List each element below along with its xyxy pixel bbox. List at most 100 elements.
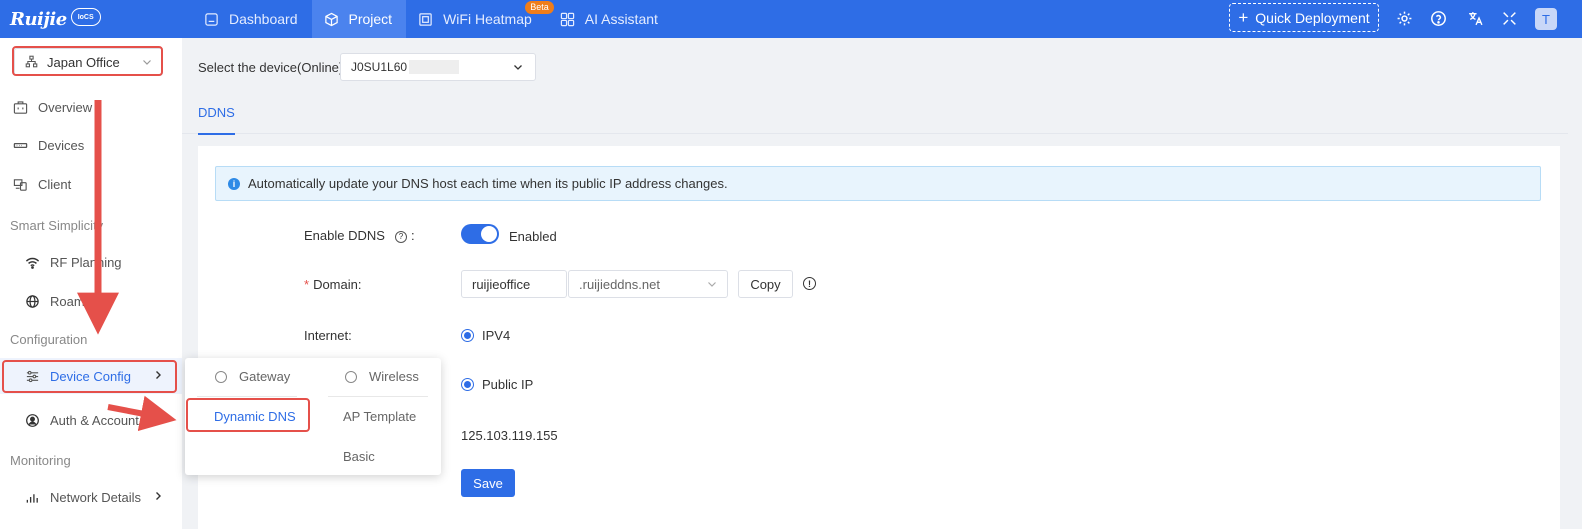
flyout-divider bbox=[328, 396, 428, 397]
switch-icon bbox=[12, 137, 28, 153]
plus-icon: + bbox=[1238, 8, 1249, 27]
client-devices-icon bbox=[12, 176, 28, 192]
sidebar-item-label: Overview bbox=[38, 99, 93, 115]
sidebar-item-label: Roaming bbox=[50, 293, 103, 309]
avatar-letter: T bbox=[1542, 11, 1550, 27]
flyout-gateway[interactable]: Gateway bbox=[215, 369, 290, 384]
sidebar: Japan Office Overview Devices Client Sma… bbox=[0, 38, 182, 529]
grid-icon bbox=[560, 12, 575, 27]
sidebar-item-label: RF Planning bbox=[50, 254, 122, 270]
sidebar-item-label: Network Details bbox=[50, 489, 142, 505]
nav-ai-assistant-label: AI Assistant bbox=[584, 11, 658, 27]
project-select[interactable]: Japan Office bbox=[14, 48, 163, 76]
gateway-radio-icon bbox=[215, 370, 227, 383]
flyout-ap-template[interactable]: AP Template bbox=[343, 409, 416, 424]
section-smart-simplicity: Smart Simplicity bbox=[10, 218, 104, 233]
ipv4-radio[interactable] bbox=[461, 329, 474, 342]
device-select-label: Select the device(Online): bbox=[198, 60, 347, 75]
chevron-right-icon bbox=[156, 371, 161, 379]
gear-icon[interactable] bbox=[1395, 9, 1413, 27]
wireless-radio-icon bbox=[345, 370, 357, 383]
sliders-icon bbox=[24, 368, 40, 384]
wifi-icon bbox=[24, 254, 40, 270]
copy-button[interactable]: Copy bbox=[738, 270, 793, 298]
device-config-flyout: Gateway Wireless Dynamic DNS AP Template… bbox=[185, 358, 441, 475]
brand-name: Ruijie bbox=[10, 8, 67, 30]
main-nav: Dashboard Project WiFi Heatmap Beta AI A… bbox=[192, 0, 672, 38]
flyout-wireless[interactable]: Wireless bbox=[345, 369, 419, 384]
info-alert-text: Automatically update your DNS host each … bbox=[248, 176, 728, 191]
chevron-down-icon bbox=[708, 282, 716, 287]
translate-icon[interactable] bbox=[1466, 9, 1484, 27]
sidebar-item-devices[interactable]: Devices bbox=[0, 127, 182, 163]
section-monitoring: Monitoring bbox=[10, 453, 71, 468]
save-button[interactable]: Save bbox=[461, 469, 515, 497]
sidebar-item-label: Client bbox=[38, 176, 72, 192]
sidebar-item-client[interactable]: Client bbox=[0, 166, 182, 202]
bar-chart-icon bbox=[24, 489, 40, 505]
enable-ddns-label: Enable DDNS?: bbox=[304, 228, 415, 243]
public-ip-radio-label: Public IP bbox=[482, 377, 534, 392]
sidebar-item-label: Auth & Account bbox=[50, 412, 139, 428]
enable-ddns-toggle[interactable] bbox=[461, 224, 499, 244]
flyout-basic[interactable]: Basic bbox=[343, 449, 375, 464]
help-icon[interactable] bbox=[1429, 9, 1447, 27]
domain-suffix-select[interactable]: .ruijieddns.net bbox=[568, 270, 728, 298]
quick-deployment-label: Quick Deployment bbox=[1255, 9, 1370, 26]
required-marker: * bbox=[304, 277, 310, 292]
nav-project[interactable]: Project bbox=[311, 0, 407, 38]
sidebar-item-roaming[interactable]: Roaming bbox=[0, 283, 182, 319]
briefcase-icon bbox=[12, 99, 28, 115]
flyout-divider bbox=[197, 396, 297, 397]
nav-dashboard-label: Dashboard bbox=[229, 11, 298, 27]
enable-ddns-state: Enabled bbox=[509, 229, 557, 244]
heatmap-icon bbox=[418, 12, 433, 27]
nav-ai-assistant[interactable]: AI Assistant bbox=[546, 0, 672, 38]
quick-deployment-button[interactable]: + Quick Deployment bbox=[1229, 3, 1379, 32]
chevron-right-icon bbox=[156, 492, 161, 500]
user-circle-icon bbox=[24, 412, 40, 428]
nav-wifi-heatmap-label: WiFi Heatmap bbox=[443, 11, 532, 27]
brand-logo[interactable]: Ruijie IoCS bbox=[10, 6, 101, 32]
device-select[interactable]: J0SU1L60 bbox=[340, 53, 536, 81]
sidebar-item-network-details[interactable]: Network Details bbox=[0, 479, 182, 515]
nav-project-label: Project bbox=[348, 11, 393, 27]
flyout-gateway-label: Gateway bbox=[239, 369, 291, 384]
nav-wifi-heatmap[interactable]: WiFi Heatmap Beta bbox=[406, 0, 554, 38]
ipv4-radio-label: IPV4 bbox=[482, 328, 511, 343]
public-ip-radio[interactable] bbox=[461, 378, 474, 391]
flyout-dynamic-dns[interactable]: Dynamic DNS bbox=[214, 409, 296, 424]
globe-icon bbox=[24, 293, 40, 309]
internet-label: Internet: bbox=[304, 328, 352, 343]
sidebar-item-rf-planning[interactable]: RF Planning bbox=[0, 244, 182, 280]
domain-suffix-value: .ruijieddns.net bbox=[579, 276, 660, 292]
chevron-down-icon bbox=[514, 65, 522, 70]
sidebar-item-overview[interactable]: Overview bbox=[0, 89, 182, 125]
network-icon bbox=[25, 55, 39, 69]
sidebar-item-device-config[interactable]: Device Config bbox=[0, 358, 182, 394]
domain-label-text: Domain: bbox=[313, 277, 362, 292]
nav-dashboard[interactable]: Dashboard bbox=[192, 0, 312, 38]
enable-ddns-colon: : bbox=[410, 228, 415, 243]
sidebar-item-label: Device Config bbox=[50, 368, 131, 384]
question-icon[interactable]: ? bbox=[394, 230, 407, 243]
exclamation-icon[interactable]: ! bbox=[803, 277, 816, 290]
section-configuration: Configuration bbox=[10, 332, 88, 347]
sidebar-item-auth-account[interactable]: Auth & Account bbox=[0, 402, 182, 438]
tab-bar: DDNS bbox=[182, 98, 1568, 135]
chevron-down-icon bbox=[143, 60, 151, 65]
user-avatar[interactable]: T bbox=[1535, 8, 1557, 30]
brand-badge: IoCS bbox=[77, 13, 94, 21]
redacted-block bbox=[409, 60, 460, 74]
cloud-icon: IoCS bbox=[70, 8, 101, 26]
cube-icon bbox=[324, 12, 339, 27]
project-name: Japan Office bbox=[47, 54, 120, 70]
sidebar-item-label: Devices bbox=[38, 137, 85, 153]
tab-ddns[interactable]: DDNS bbox=[198, 105, 235, 135]
fullscreen-icon[interactable] bbox=[1500, 9, 1518, 27]
domain-input[interactable]: ruijieoffice bbox=[461, 270, 567, 298]
flyout-wireless-label: Wireless bbox=[369, 369, 419, 384]
info-icon: i bbox=[228, 177, 240, 190]
top-navigation-bar: Ruijie IoCS Dashboard Project WiFi Heatm… bbox=[0, 0, 1582, 38]
enable-ddns-text: Enable DDNS bbox=[304, 228, 385, 243]
